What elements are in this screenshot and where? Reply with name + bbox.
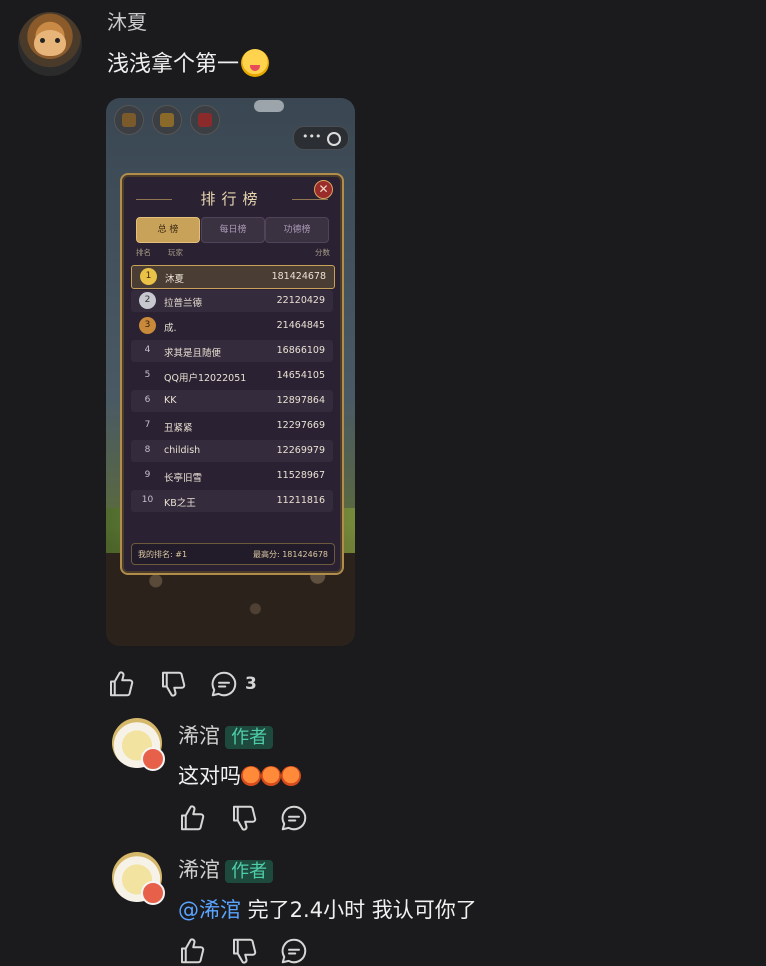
comment-count: 3 [245, 674, 257, 694]
dislike-icon [233, 938, 257, 964]
table-row: 1 沐夏 181424678 [131, 265, 335, 289]
best-score: 最高分: 181424678 [252, 550, 328, 559]
like-icon [181, 938, 205, 964]
author-tag: 作者 [225, 726, 274, 749]
dislike-button[interactable] [158, 669, 188, 699]
tab-daily: 每日榜 [201, 217, 265, 243]
like-icon [181, 805, 205, 831]
table-row: 2 拉普兰德 22120429 [131, 290, 333, 312]
close-icon: ✕ [314, 180, 333, 199]
comment-icon [281, 938, 307, 964]
comment-button[interactable] [279, 936, 309, 966]
tab-total: 总 榜 [136, 217, 200, 243]
reply-avatar[interactable] [112, 718, 165, 771]
reply-avatar[interactable] [112, 852, 165, 905]
dislike-icon [162, 671, 186, 697]
dislike-button[interactable] [229, 936, 259, 966]
comment-text: 浅浅拿个第一 [107, 46, 270, 78]
author-tag: 作者 [225, 860, 274, 883]
tab-merit: 功德榜 [265, 217, 329, 243]
miniprogram-menu: ••• [293, 126, 349, 150]
author-badge-icon [141, 747, 165, 771]
reply-header: 浠涫 作者 [178, 720, 274, 750]
comment-body: 浅浅拿个第一 [107, 52, 240, 77]
col-rank: 排名 [136, 248, 151, 257]
table-row: 4 求其是且随便 16866109 [131, 340, 333, 362]
reply-author[interactable]: 浠涫 [178, 858, 220, 882]
table-row: 9 长亭旧雪 11528967 [131, 465, 333, 487]
leaderboard-footer: 我的排名: #1 最高分: 181424678 [131, 543, 335, 565]
table-row: 6 KK 12897864 [131, 390, 333, 412]
angry-emoji-icon [241, 766, 261, 786]
game-icon-3 [190, 105, 220, 135]
col-score: 分数 [315, 248, 330, 257]
reply-text: 这对吗 [178, 760, 301, 790]
comment-icon [211, 671, 237, 697]
table-row: 8 childish 12269979 [131, 440, 333, 462]
like-button[interactable] [177, 936, 207, 966]
like-button[interactable] [177, 803, 207, 833]
game-screenshot-image[interactable]: ••• 排行榜 ✕ 总 榜 每日榜 功德榜 排名 玩家 分数 1 沐夏 181424… [106, 98, 355, 646]
table-row: 10 KB之王 11211816 [131, 490, 333, 512]
table-row: 7 丑紧紧 12297669 [131, 415, 333, 437]
col-player: 玩家 [168, 248, 183, 257]
username[interactable]: 沐夏 [107, 6, 147, 35]
mention-link[interactable]: @浠涫 [178, 898, 241, 922]
like-icon [110, 671, 134, 697]
user-avatar[interactable] [18, 12, 82, 76]
reply-text: @浠涫 完了2.4小时 我认可你了 [178, 898, 477, 922]
comment-button[interactable]: 3 [209, 669, 257, 699]
game-icon-2 [152, 105, 182, 135]
table-row: 3 成. 21464845 [131, 315, 333, 337]
dislike-icon [233, 805, 257, 831]
angry-emoji-icon [261, 766, 281, 786]
comment-button[interactable] [279, 803, 309, 833]
author-badge-icon [141, 881, 165, 905]
dislike-button[interactable] [229, 803, 259, 833]
angry-emoji-icon [281, 766, 301, 786]
my-rank: 我的排名: #1 [138, 550, 188, 559]
leaderboard-panel: 排行榜 ✕ 总 榜 每日榜 功德榜 排名 玩家 分数 1 沐夏 181424678 … [120, 173, 344, 575]
like-button[interactable] [106, 669, 136, 699]
reply-author[interactable]: 浠涫 [178, 724, 220, 748]
reply-header: 浠涫 作者 [178, 854, 274, 884]
table-row: 5 QQ用户12022051 14654105 [131, 365, 333, 387]
comment-icon [281, 805, 307, 831]
game-icon-1 [114, 105, 144, 135]
laughing-emoji-icon [241, 49, 270, 77]
